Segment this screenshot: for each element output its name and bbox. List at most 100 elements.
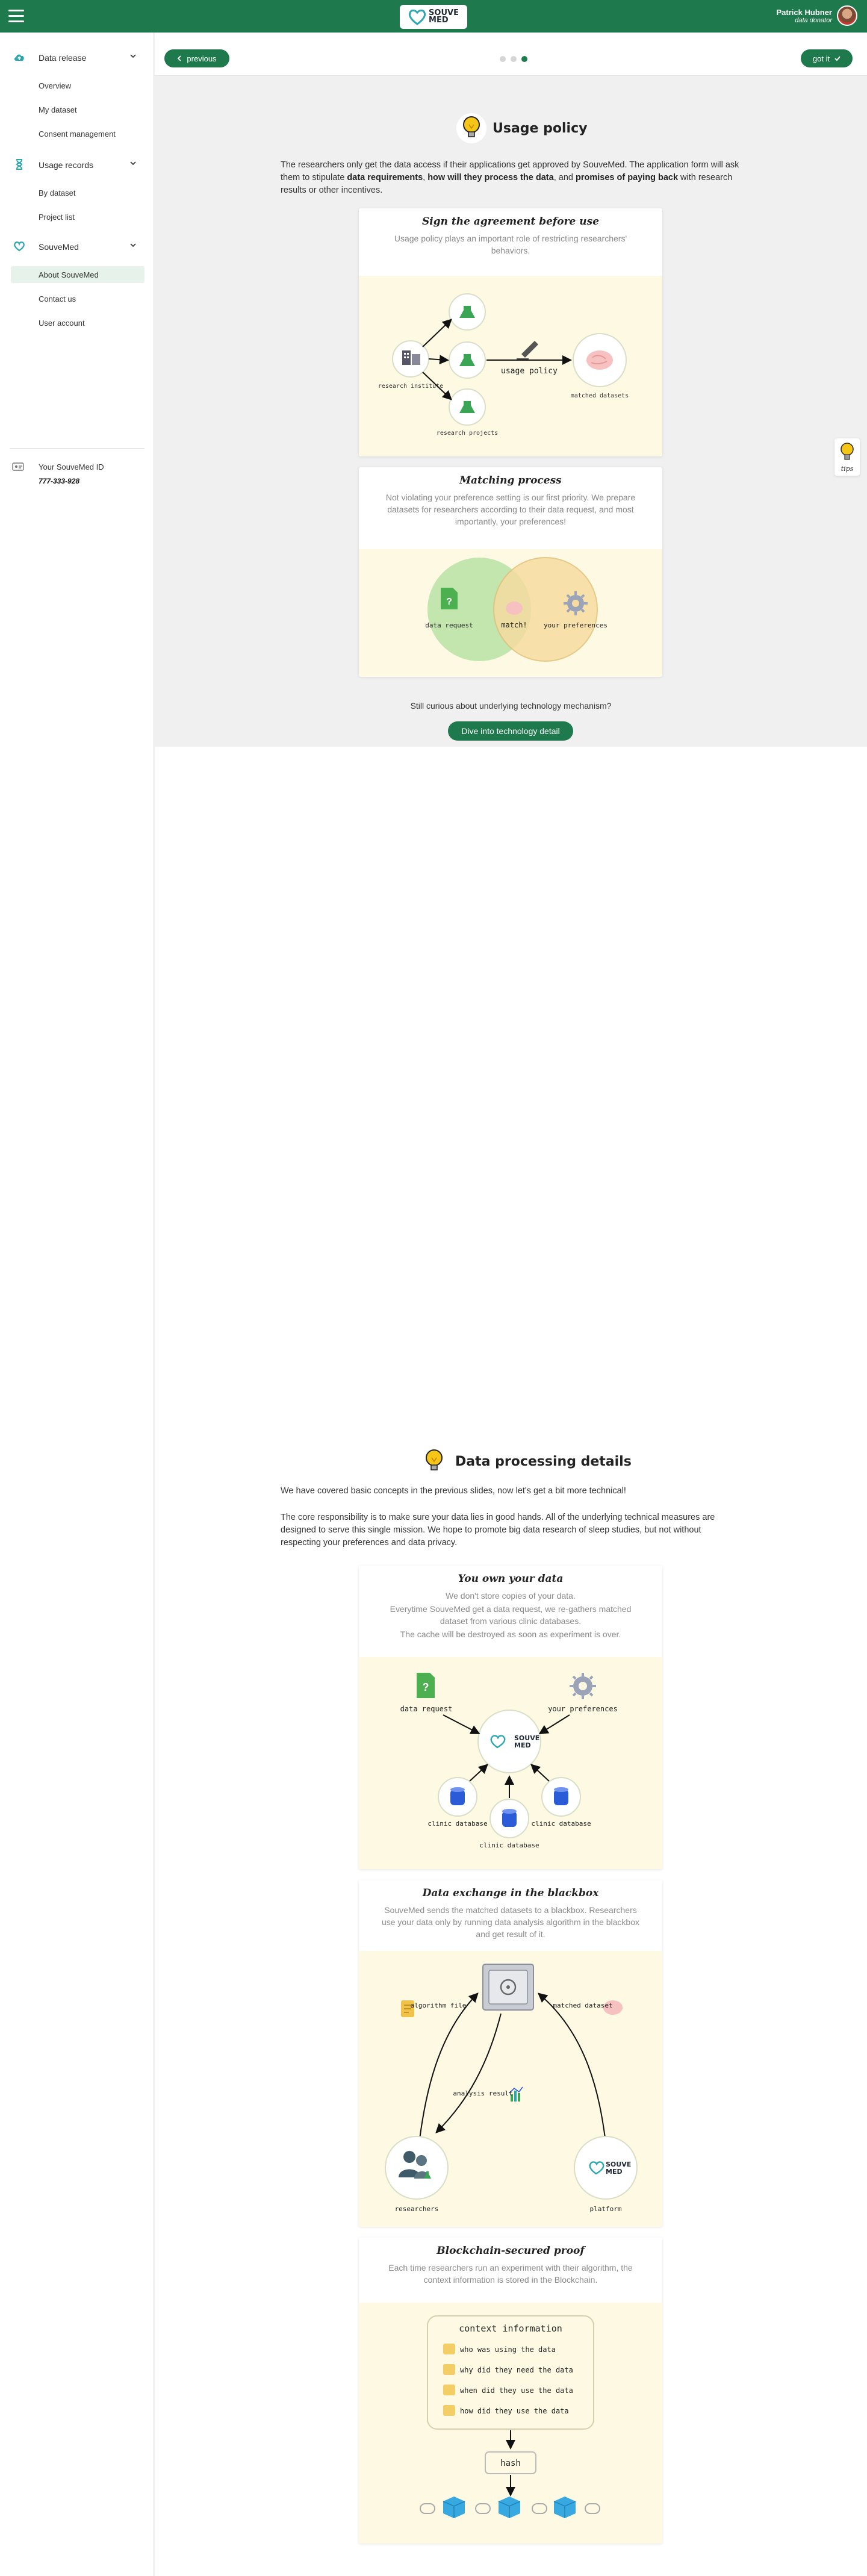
- hourglass-icon: [16, 159, 23, 170]
- sidebar-item-contact-us[interactable]: Contact us: [11, 290, 144, 307]
- card-description-1: We don't store copies of your data.: [446, 1591, 576, 1601]
- sidebar-group-label: Usage records: [39, 160, 94, 170]
- pen-icon: [517, 341, 538, 359]
- your-preferences-label: your preferences: [548, 1705, 618, 1713]
- blockchain-chain: [420, 2497, 600, 2518]
- chevron-down-icon: [130, 243, 136, 247]
- sidebar-group-souvemed[interactable]: SouveMed: [0, 236, 154, 257]
- heart-icon: [14, 241, 25, 252]
- question-item: how did they use the data: [460, 2407, 569, 2415]
- agreement-diagram: research institute research projects usa…: [359, 276, 662, 456]
- previous-button[interactable]: previous: [164, 49, 229, 67]
- user-name: Patrick Hubner: [776, 7, 832, 17]
- sidebar-item-user-account[interactable]: User account: [11, 314, 144, 331]
- note-icon: [443, 2364, 455, 2375]
- document-question-icon: ?: [417, 1673, 435, 1698]
- data-request-label: data request: [425, 621, 473, 629]
- souvemed-id-value: 777-333-928: [39, 477, 80, 485]
- sidebar-item-consent-management[interactable]: Consent management: [11, 125, 144, 142]
- note-icon: [443, 2405, 455, 2416]
- card-matching-process: Matching process Not violating your pref…: [359, 467, 662, 677]
- tips-button[interactable]: tips: [834, 438, 860, 476]
- blackbox-diagram: algorithm file matched dataset analysis …: [359, 1951, 662, 2227]
- researchers-node: [385, 2136, 449, 2200]
- lightbulb-icon: [419, 1446, 449, 1476]
- block-cube-icon: [443, 2497, 465, 2518]
- card-description-3: The cache will be destroyed as soon as e…: [400, 1629, 621, 1639]
- card-title: Sign the agreement before use: [421, 216, 600, 228]
- context-info-title: context information: [459, 2323, 562, 2334]
- sidebar-item-by-dataset[interactable]: By dataset: [11, 184, 144, 201]
- cloud-upload-icon: [14, 54, 24, 61]
- card-description: Usage policy plays an important role of …: [394, 234, 627, 255]
- souvemed-id-label: Your SouveMed ID: [39, 462, 104, 471]
- institute-label: research institute: [378, 383, 443, 390]
- block-cube-icon: [553, 2497, 576, 2518]
- intro-text-3: , and: [553, 173, 576, 182]
- chevron-down-icon: [130, 161, 136, 166]
- sidebar-group-data-release[interactable]: Data release: [0, 47, 154, 67]
- sidebar-group-usage-records[interactable]: Usage records: [0, 154, 154, 175]
- sidebar-item-project-list[interactable]: Project list: [11, 208, 144, 225]
- usage-policy-heading: Usage policy: [456, 113, 587, 143]
- blockchain-diagram: context information who was using the da…: [359, 2303, 662, 2543]
- section-title: Data processing details: [455, 1454, 632, 1469]
- sidebar-item-about-souvemed[interactable]: About SouveMed: [11, 266, 144, 283]
- previous-button-label: previous: [187, 54, 217, 63]
- brain-icon: [506, 602, 523, 615]
- slide-dot-2[interactable]: [511, 56, 517, 62]
- card-sign-agreement: Sign the agreement before use Usage poli…: [359, 208, 662, 456]
- card-description: SouveMed sends the matched datasets to a…: [381, 1905, 640, 1939]
- user-menu[interactable]: Patrick Hubner data donator: [777, 5, 857, 26]
- projects-label: research projects: [437, 430, 498, 437]
- lightbulb-icon: [456, 113, 486, 143]
- id-card-icon: [12, 462, 24, 471]
- lightbulb-icon: [841, 443, 854, 460]
- database-icon: [502, 1809, 517, 1827]
- card-title: Blockchain-secured proof: [437, 2245, 585, 2257]
- sidebar: Data release Overview My dataset Consent…: [0, 33, 154, 2576]
- souvemed-logo[interactable]: SOUVE MED: [400, 5, 467, 29]
- slide-dot-1[interactable]: [500, 56, 506, 62]
- document-question-icon: ?: [441, 588, 458, 609]
- curious-text: Still curious about underlying technolog…: [410, 701, 612, 711]
- svg-text:?: ?: [446, 597, 452, 607]
- intro-bold-3: promises of paying back: [575, 173, 679, 182]
- note-icon: [443, 2344, 455, 2354]
- chevron-down-icon: [130, 54, 136, 58]
- heart-logo-icon: [409, 9, 426, 25]
- data-request-label: data request: [400, 1705, 453, 1713]
- gear-icon: [564, 591, 588, 615]
- researchers-label: researchers: [395, 2205, 439, 2213]
- card-title: Data exchange in the blackbox: [422, 1887, 599, 1899]
- sidebar-group-label: SouveMed: [39, 242, 79, 252]
- hash-label: hash: [500, 2459, 521, 2468]
- avatar[interactable]: [837, 5, 857, 26]
- block-cube-icon: [498, 2497, 521, 2518]
- algorithm-file-label: algorithm file: [411, 2002, 467, 2009]
- data-processing-para-1: We have covered basic concepts in the pr…: [281, 1486, 626, 1496]
- sidebar-item-my-dataset[interactable]: My dataset: [11, 101, 144, 118]
- question-item: who was using the data: [460, 2345, 556, 2354]
- hamburger-menu-icon[interactable]: [8, 10, 24, 23]
- platform-label: platform: [590, 2205, 622, 2213]
- slide-dot-3[interactable]: [521, 56, 527, 62]
- card-description: Each time researchers run an experiment …: [388, 2263, 633, 2285]
- usage-policy-label: usage policy: [501, 367, 558, 376]
- sidebar-item-overview[interactable]: Overview: [11, 77, 144, 94]
- slide-navigation-bar: previous got it: [155, 33, 867, 76]
- dive-into-technology-button[interactable]: Dive into technology detail: [448, 721, 573, 741]
- card-description: Not violating your preference setting is…: [385, 493, 636, 526]
- got-it-button[interactable]: got it: [801, 49, 853, 67]
- matched-dataset-label: matched dataset: [553, 2002, 612, 2009]
- clinic-database-label: clinic database: [479, 1841, 539, 1849]
- question-item: why did they need the data: [460, 2366, 573, 2374]
- svg-text:MED: MED: [606, 2168, 623, 2176]
- gear-icon: [570, 1673, 596, 1699]
- card-description-2: Everytime SouveMed get a data request, w…: [390, 1604, 632, 1626]
- sidebar-divider: [10, 448, 144, 449]
- svg-text:MED: MED: [514, 1741, 531, 1749]
- card-title: You own your data: [458, 1573, 564, 1585]
- clinic-database-label: clinic database: [531, 1820, 591, 1828]
- card-you-own-your-data: You own your data We don't store copies …: [359, 1566, 662, 1869]
